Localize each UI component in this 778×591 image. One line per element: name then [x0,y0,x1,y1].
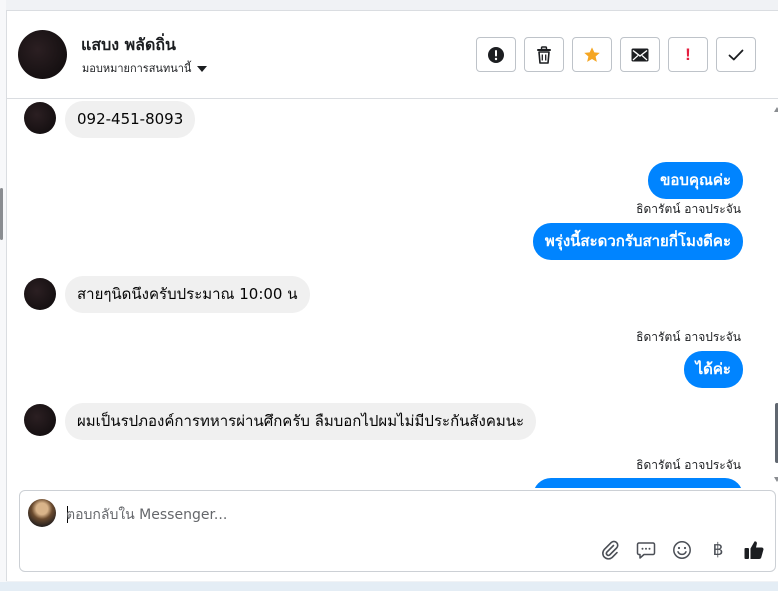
exclamation-icon: ! [685,44,691,64]
conversation-actions: ! [476,37,756,72]
message-thread[interactable]: 092-451-8093 ขอบคุณค่ะ ธิดารัตน์ อาจประจ… [7,100,773,488]
attach-icon [602,540,619,560]
attach-button[interactable] [598,538,622,562]
emoji-icon [673,541,691,559]
scroll-up-arrow-icon[interactable] [774,107,778,112]
like-button[interactable] [742,538,766,562]
sender-name: ธิดารัตน์ อาจประจัน [636,330,741,344]
like-icon [744,541,764,559]
trash-icon [537,45,551,64]
composer-tools: ฿ [598,538,766,562]
bottom-edge [0,582,778,591]
delete-button[interactable] [524,37,564,72]
message-bubble-incoming[interactable]: 092-451-8093 [65,101,196,138]
reply-composer: ฿ [19,490,776,572]
payment-button[interactable]: ฿ [706,538,730,562]
sender-name: ธิดารัตน์ อาจประจัน [636,458,741,472]
star-icon [584,46,600,62]
contact-avatar-small[interactable] [24,278,56,310]
message-bubble-outgoing[interactable] [533,478,743,488]
mark-unread-button[interactable] [620,37,660,72]
contact-avatar[interactable] [18,30,67,79]
exclamation-circle-icon [488,46,504,63]
envelope-icon [631,48,649,61]
contact-avatar-small[interactable] [24,404,56,436]
star-button[interactable] [572,37,612,72]
contact-avatar-small[interactable] [24,102,56,134]
panel-resize-handle[interactable] [0,188,3,240]
baht-icon: ฿ [712,540,724,560]
reply-input[interactable] [66,504,666,526]
saved-replies-button[interactable] [634,538,658,562]
contact-name[interactable]: แสบง พลัดถิ่น [81,33,176,58]
assign-conversation-dropdown[interactable]: มอบหมายการสนทนานี้ [82,59,208,77]
conversation-panel: แสบง พลัดถิ่น มอบหมายการสนทนานี้ ! 092-4… [6,10,778,581]
follow-up-button[interactable]: ! [668,37,708,72]
page-avatar [28,499,56,527]
message-bubble-outgoing[interactable]: ได้ค่ะ [683,351,743,388]
assign-label: มอบหมายการสนทนานี้ [82,62,192,75]
mark-done-button[interactable] [716,37,756,72]
caret-down-icon [197,65,208,72]
saved-replies-icon [636,542,656,559]
sender-name: ธิดารัตน์ อาจประจัน [636,202,741,216]
report-spam-button[interactable] [476,37,516,72]
check-icon [728,49,744,60]
message-bubble-incoming[interactable]: ผมเป็นรปภองค์การทหารผ่านศึกครับ ลืมบอกไป… [65,403,537,440]
message-bubble-outgoing[interactable]: ขอบคุณค่ะ [648,162,743,199]
message-bubble-outgoing[interactable]: พรุ่งนี้สะดวกรับสายกี่โมงดีคะ [532,223,743,260]
conversation-header: แสบง พลัดถิ่น มอบหมายการสนทนานี้ ! [7,11,778,99]
scroll-down-arrow-icon[interactable] [774,477,778,482]
message-bubble-incoming[interactable]: สายๆนิดนึงครับประมาณ 10:00 น [65,276,310,313]
emoji-button[interactable] [670,538,694,562]
